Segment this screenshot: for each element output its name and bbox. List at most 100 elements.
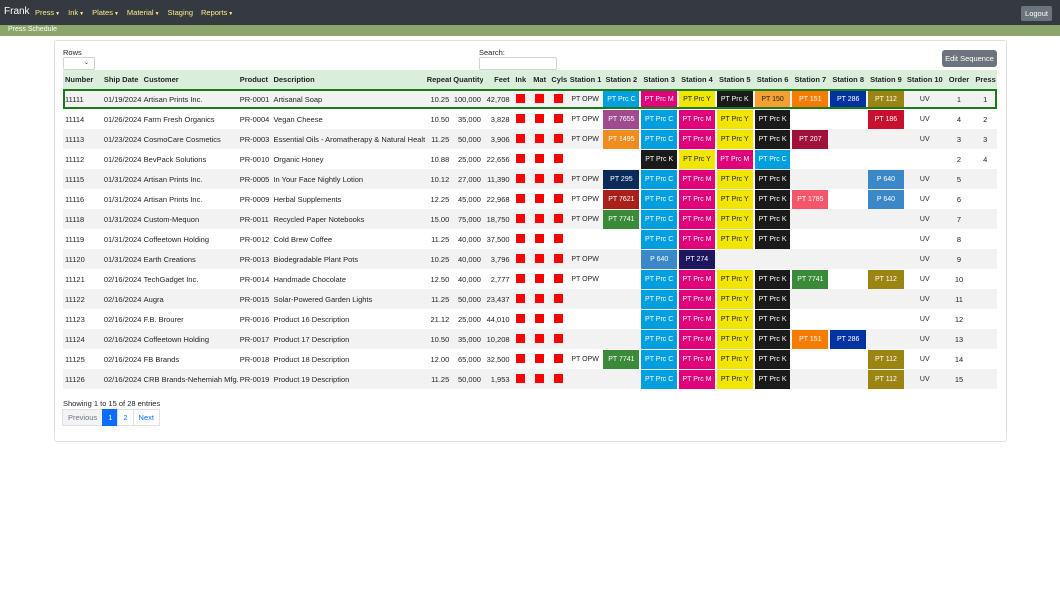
column-header-station-6[interactable]: Station 6: [754, 70, 792, 89]
nav-material[interactable]: Material▼: [127, 8, 160, 17]
column-header-station-1[interactable]: Station 1: [568, 70, 603, 89]
pagination-next[interactable]: Next: [132, 409, 160, 426]
column-header-station-3[interactable]: Station 3: [640, 70, 678, 89]
ink-status-indicator: [516, 373, 526, 383]
table-row[interactable]: 11114 01/26/2024 Farm Fresh Organics PR-000…: [63, 109, 997, 129]
cell-station-7: PT 151: [791, 329, 829, 349]
cell-ship-date: 01/26/2024: [103, 154, 142, 164]
column-header-cyls[interactable]: Cyls: [549, 70, 567, 89]
station-ink-chip: PT 207: [792, 129, 829, 149]
station-ink-chip: PT Prc C: [603, 89, 640, 109]
table-row[interactable]: 11119 01/31/2024 Coffeetown Holding PR-0012…: [63, 229, 997, 249]
column-header-feet[interactable]: Feet: [483, 70, 512, 89]
mat-status-indicator: [535, 253, 545, 263]
table-row[interactable]: 11115 01/31/2024 Artisan Prints Inc. PR-000…: [63, 169, 997, 189]
cell-station-1: [568, 229, 603, 249]
column-header-quantity[interactable]: Quantity: [451, 70, 483, 89]
cell-station-5: PT Prc Y: [716, 209, 754, 229]
column-header-station-2[interactable]: Station 2: [602, 70, 640, 89]
pagination-page-1[interactable]: 1: [102, 409, 119, 426]
cell-station-8: [829, 189, 867, 209]
column-header-customer[interactable]: Customer: [142, 70, 238, 89]
cell-ship-date: 02/16/2024: [103, 314, 142, 324]
station-ink-chip: UV: [919, 375, 930, 383]
station-ink-chip: PT Prc M: [679, 189, 715, 209]
table-row[interactable]: 11125 02/16/2024 FB Brands PR-0018 Product 1…: [63, 349, 997, 369]
column-header-order[interactable]: Order: [945, 70, 974, 89]
column-header-station-9[interactable]: Station 9: [867, 70, 905, 89]
column-header-ink[interactable]: Ink: [512, 70, 530, 89]
table-row[interactable]: 11123 02/16/2024 F.B. Brourer PR-0016 Produc…: [63, 309, 997, 329]
cell-feet: 2,777: [490, 274, 510, 284]
search-input[interactable]: [479, 57, 557, 70]
cell-ship-date: 01/19/2024: [103, 94, 142, 104]
column-header-station-7[interactable]: Station 7: [791, 70, 829, 89]
table-row[interactable]: 11111 01/19/2024 Artisan Prints Inc. PR-000…: [63, 89, 997, 109]
page-subheader: Press Schedule: [0, 25, 1060, 36]
column-header-number[interactable]: Number: [63, 70, 102, 89]
column-header-station-4[interactable]: Station 4: [678, 70, 716, 89]
caret-down-icon: ▼: [113, 11, 119, 17]
station-ink-chip: PT Prc C: [641, 129, 678, 149]
table-row[interactable]: 11122 02/16/2024 Augra PR-0015 Solar-Powered…: [63, 289, 997, 309]
cell-product: PR-0001: [239, 94, 270, 104]
logout-button[interactable]: Logout: [1021, 6, 1052, 21]
column-header-description[interactable]: Description: [271, 70, 424, 89]
station-ink-chip: PT Prc C: [754, 149, 791, 169]
cell-number: 11113: [65, 134, 85, 144]
nav-press[interactable]: Press▼: [35, 8, 60, 17]
rows-select[interactable]: ⌄: [63, 57, 95, 70]
cell-cyls-status: [549, 329, 567, 349]
pagination-page-2[interactable]: 2: [117, 409, 134, 426]
station-ink-chip: PT 1785: [792, 189, 829, 209]
cell-station-3: PT Prc C: [640, 129, 678, 149]
table-row[interactable]: 11121 02/16/2024 TechGadget Inc. PR-0014 Han…: [63, 269, 997, 289]
table-row[interactable]: 11126 02/16/2024 CRB Brands-Nehemiah Mfg. P…: [63, 369, 997, 389]
station-ink-chip: PT Prc Y: [716, 129, 753, 149]
table-row[interactable]: 11112 01/26/2024 BevPack Solutions PR-0010 O…: [63, 149, 997, 169]
edit-sequence-button[interactable]: Edit Sequence: [942, 50, 997, 67]
cell-product: PR-0017: [239, 334, 270, 344]
nav-ink[interactable]: Ink▼: [68, 8, 84, 17]
mat-status-indicator: [535, 373, 545, 383]
ink-status-indicator: [516, 253, 526, 263]
cell-station-1: PT OPW: [568, 189, 603, 209]
cell-press: [973, 189, 997, 209]
column-header-mat[interactable]: Mat: [530, 70, 549, 89]
cell-mat-status: [530, 289, 549, 309]
column-header-station-10[interactable]: Station 10: [905, 70, 945, 89]
cell-station-10: UV: [905, 109, 945, 129]
mat-status-indicator: [535, 173, 545, 183]
station-ink-chip: PT Prc M: [679, 209, 715, 229]
table-row[interactable]: 11118 01/31/2024 Custom-Mequon PR-0011 Recyc…: [63, 209, 997, 229]
column-header-ship-date[interactable]: Ship Date: [102, 70, 142, 89]
cell-cyls-status: [549, 369, 567, 389]
column-header-station-5[interactable]: Station 5: [716, 70, 754, 89]
table-row[interactable]: 11116 01/31/2024 Artisan Prints Inc. PR-000…: [63, 189, 997, 209]
station-ink-chip: PT Prc Y: [716, 169, 753, 189]
cell-station-10: UV: [905, 169, 945, 189]
cell-quantity: 45,000: [458, 194, 481, 204]
table-row[interactable]: 11124 02/16/2024 Coffeetown Holding PR-0017…: [63, 329, 997, 349]
nav-reports[interactable]: Reports▼: [201, 8, 233, 17]
column-header-press[interactable]: Press: [973, 70, 997, 89]
station-ink-chip: PT Prc Y: [716, 309, 753, 329]
ink-status-indicator: [516, 333, 526, 343]
station-ink-chip: PT Prc K: [754, 129, 791, 149]
station-ink-chip: PT Prc C: [641, 189, 678, 209]
cell-order: 5: [956, 174, 962, 184]
nav-plates[interactable]: Plates▼: [92, 8, 119, 17]
cell-product: PR-0014: [239, 274, 270, 284]
nav-staging[interactable]: Staging: [168, 8, 193, 17]
cell-mat-status: [530, 229, 549, 249]
column-header-station-8[interactable]: Station 8: [829, 70, 867, 89]
column-header-product[interactable]: Product: [238, 70, 272, 89]
pagination-previous[interactable]: Previous: [62, 409, 104, 426]
table-row[interactable]: 11120 01/31/2024 Earth Creations PR-0013 Bio…: [63, 249, 997, 269]
column-header-repeat[interactable]: Repeat: [425, 70, 452, 89]
ink-status-indicator: [516, 353, 526, 363]
table-row[interactable]: 11113 01/23/2024 CosmoCare Cosmetics PR-000…: [63, 129, 997, 149]
cyls-status-indicator: [554, 333, 564, 343]
brand-name[interactable]: Frank: [4, 6, 30, 17]
mat-status-indicator: [535, 153, 545, 163]
